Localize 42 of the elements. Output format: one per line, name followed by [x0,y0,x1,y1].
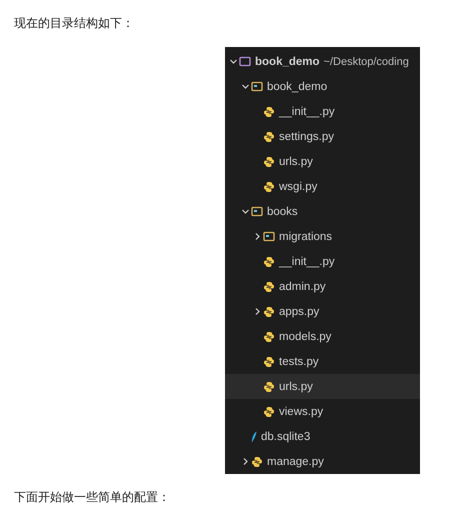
python-icon [263,106,275,118]
chevron-down-icon [229,57,238,66]
tree-item[interactable]: manage.py [225,449,420,474]
python-icon [263,306,275,318]
chevron-down-icon [241,82,250,91]
chevron-down-icon [241,207,250,216]
python-icon [263,256,275,268]
intro-text: 现在的目录结构如下： [14,15,135,32]
tree-item[interactable]: wsgi.py [225,174,420,199]
tree-item[interactable]: book_demo ~/Desktop/coding [225,49,420,74]
python-icon [263,180,275,192]
tree-item[interactable]: urls.py [225,149,420,174]
folder-icon [263,231,275,242]
python-icon [263,130,275,142]
tree-item[interactable]: models.py [225,324,420,349]
python-icon [263,406,275,418]
tree-item[interactable]: tests.py [225,349,420,374]
tree-item[interactable]: urls.py [225,374,420,399]
chevron-right-icon [241,457,250,466]
folder-icon [251,206,263,217]
chevron-right-icon [253,307,262,316]
python-icon [263,356,275,368]
tree-item[interactable]: apps.py [225,299,420,324]
python-icon [263,156,275,168]
folder-icon [251,81,263,92]
tree-item[interactable]: db.sqlite3 [225,424,420,449]
tree-item[interactable]: admin.py [225,274,420,299]
chevron-right-icon [253,232,262,241]
python-icon [263,280,275,292]
python-icon [263,380,275,392]
tree-item[interactable]: books [225,199,420,224]
tree-item[interactable]: __init__.py [225,249,420,274]
tree-item[interactable]: book_demo [225,74,420,99]
python-icon [263,330,275,342]
tree-item[interactable]: settings.py [225,124,420,149]
feather-icon [251,430,257,442]
python-icon [251,456,263,468]
tree-item[interactable]: migrations [225,224,420,249]
folder-icon [239,56,251,67]
tree-item[interactable]: __init__.py [225,99,420,124]
tree-item[interactable]: views.py [225,399,420,424]
paragraph-text: 下面开始做一些简单的配置： [14,489,171,506]
